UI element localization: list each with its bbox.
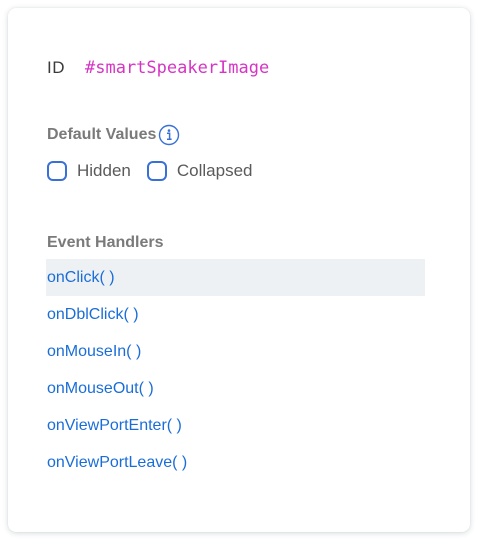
- id-row: ID #smartSpeakerImage: [47, 58, 269, 78]
- element-id-value[interactable]: #smartSpeakerImage: [85, 58, 269, 78]
- event-handlers-title: Event Handlers: [47, 234, 164, 251]
- default-values-options: Hidden Collapsed: [47, 161, 268, 181]
- handler-onviewportleave[interactable]: onViewPortLeave( ): [46, 444, 425, 481]
- handler-onviewportenter[interactable]: onViewPortEnter( ): [46, 407, 425, 444]
- handler-onmousein[interactable]: onMouseIn( ): [46, 333, 425, 370]
- id-label: ID: [47, 58, 65, 77]
- handler-onclick[interactable]: onClick( ): [46, 259, 425, 296]
- default-values-title: Default Values: [47, 126, 157, 143]
- properties-panel: ID #smartSpeakerImage Default Values Hid…: [8, 8, 470, 532]
- hidden-checkbox[interactable]: [47, 161, 67, 181]
- event-handlers-list: onClick( ) onDblClick( ) onMouseIn( ) on…: [46, 259, 425, 481]
- handler-ondblclick[interactable]: onDblClick( ): [46, 296, 425, 333]
- default-values-heading: Default Values: [47, 124, 180, 146]
- handler-onmouseout[interactable]: onMouseOut( ): [46, 370, 425, 407]
- info-icon[interactable]: [158, 124, 180, 146]
- collapsed-checkbox-label[interactable]: Collapsed: [177, 161, 253, 181]
- collapsed-checkbox[interactable]: [146, 161, 167, 181]
- hidden-checkbox-label[interactable]: Hidden: [77, 161, 131, 181]
